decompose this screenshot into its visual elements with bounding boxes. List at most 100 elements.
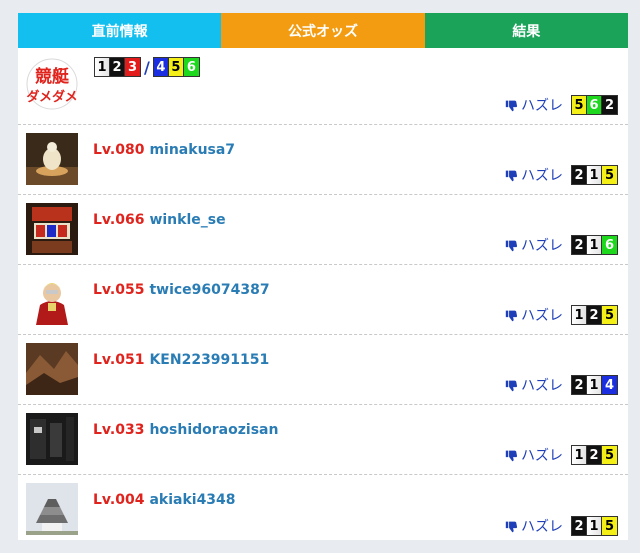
tab-official-odds[interactable]: 公式オッズ <box>221 13 425 48</box>
miss-text: ハズレ <box>521 98 563 114</box>
boat-badge-1: 1 <box>587 376 602 394</box>
boat-badge-4: 4 <box>602 376 617 394</box>
miss-text: ハズレ <box>521 308 563 324</box>
separator: / <box>144 57 150 77</box>
list-item: Lv.066 winkle_se ハズレ 2 1 6 <box>18 195 628 265</box>
avatar[interactable] <box>26 273 78 325</box>
boat-badge-2: 2 <box>602 96 617 114</box>
boat-badge-5: 5 <box>602 446 617 464</box>
username-link[interactable]: akiaki4348 <box>149 492 235 508</box>
miss-text: ハズレ <box>521 168 563 184</box>
username-link[interactable]: KEN223991151 <box>149 352 269 368</box>
svg-text:ダメダメ: ダメダメ <box>26 89 77 105</box>
username-link[interactable]: hoshidoraozisan <box>149 422 278 438</box>
list-item: Lv.033 hoshidoraozisan ハズレ 1 2 5 <box>18 405 628 475</box>
boat-badge-6: 6 <box>587 96 602 114</box>
boat-badge-3: 3 <box>125 58 140 76</box>
list-item: Lv.080 minakusa7 ハズレ 2 1 5 <box>18 125 628 195</box>
boat-badge-6: 6 <box>183 58 199 76</box>
result-combination: 2 1 6 <box>571 235 618 255</box>
result-combination: 2 1 4 <box>571 375 618 395</box>
tab-results[interactable]: 結果 <box>424 13 628 48</box>
miss-label[interactable]: ハズレ <box>505 375 563 395</box>
thumbs-down-icon <box>505 380 518 391</box>
avatar[interactable] <box>26 483 78 535</box>
level-label: Lv.051 <box>93 352 145 368</box>
predicted-boats: 1 2 3 / 4 5 6 <box>94 57 200 77</box>
svg-text:競艇: 競艇 <box>35 66 69 87</box>
miss-label[interactable]: ハズレ <box>505 165 563 185</box>
level-label: Lv.004 <box>93 492 145 508</box>
tab-pre-race-info[interactable]: 直前情報 <box>18 13 222 48</box>
result-combination: 2 1 5 <box>571 516 618 536</box>
boat-badge-5: 5 <box>602 517 617 535</box>
avatar[interactable] <box>26 203 78 255</box>
level-label: Lv.033 <box>93 422 145 438</box>
anime-character-icon <box>26 273 78 325</box>
result-combination: 5 6 2 <box>571 95 618 115</box>
boat-badge-2: 2 <box>587 306 602 324</box>
boat-badge-2: 2 <box>110 58 125 76</box>
boat-badge-5: 5 <box>572 96 587 114</box>
result-combination: 1 2 5 <box>571 445 618 465</box>
dessert-photo-icon <box>26 133 78 185</box>
thumbs-down-icon <box>505 240 518 251</box>
prediction-summary-row: 競艇 ダメダメ 1 2 3 / 4 5 6 ハズレ 5 6 2 <box>18 48 628 125</box>
level-and-username: Lv.004 akiaki4348 <box>93 492 236 508</box>
miss-label[interactable]: ハズレ <box>505 235 563 255</box>
dark-photo-icon <box>26 413 78 465</box>
level-and-username: Lv.080 minakusa7 <box>93 142 235 158</box>
level-and-username: Lv.066 winkle_se <box>93 212 226 228</box>
boat-badge-5: 5 <box>602 306 617 324</box>
list-item: Lv.004 akiaki4348 ハズレ 2 1 5 <box>18 475 628 545</box>
result-combination: 2 1 5 <box>571 165 618 185</box>
miss-text: ハズレ <box>521 238 563 254</box>
boat-badge-5: 5 <box>602 166 617 184</box>
thumbs-down-icon <box>505 450 518 461</box>
miss-label[interactable]: ハズレ <box>505 516 563 536</box>
level-label: Lv.055 <box>93 282 145 298</box>
list-item: Lv.055 twice96074387 ハズレ 1 2 5 <box>18 265 628 335</box>
username-link[interactable]: winkle_se <box>149 212 225 228</box>
thumbs-down-icon <box>505 100 518 111</box>
level-and-username: Lv.051 KEN223991151 <box>93 352 269 368</box>
list-item: Lv.051 KEN223991151 ハズレ 2 1 4 <box>18 335 628 405</box>
boat-group-a: 1 2 3 <box>94 57 141 77</box>
level-and-username: Lv.033 hoshidoraozisan <box>93 422 278 438</box>
rock-photo-icon <box>26 343 78 395</box>
username-link[interactable]: minakusa7 <box>149 142 235 158</box>
castle-photo-icon <box>26 483 78 535</box>
result-combination: 1 2 5 <box>571 305 618 325</box>
boat-badge-1: 1 <box>587 517 602 535</box>
boat-badge-1: 1 <box>587 236 602 254</box>
thumbs-down-icon <box>505 310 518 321</box>
boat-badge-2: 2 <box>572 166 587 184</box>
thumbs-down-icon <box>505 521 518 532</box>
boat-badge-6: 6 <box>602 236 617 254</box>
miss-label[interactable]: ハズレ <box>505 445 563 465</box>
tab-bar: 直前情報 公式オッズ 結果 <box>18 13 628 48</box>
level-and-username: Lv.055 twice96074387 <box>93 282 270 298</box>
boat-badge-1: 1 <box>587 166 602 184</box>
avatar[interactable] <box>26 343 78 395</box>
boat-badge-1: 1 <box>572 446 587 464</box>
miss-label[interactable]: ハズレ <box>505 95 563 115</box>
boat-badge-1: 1 <box>572 306 587 324</box>
level-label: Lv.080 <box>93 142 145 158</box>
boat-badge-1: 1 <box>95 58 110 76</box>
boat-badge-2: 2 <box>587 446 602 464</box>
avatar[interactable]: 競艇 ダメダメ <box>26 58 78 110</box>
prediction-panel: 直前情報 公式オッズ 結果 競艇 ダメダメ 1 2 3 / 4 5 6 ハズレ … <box>18 13 628 540</box>
miss-text: ハズレ <box>521 448 563 464</box>
miss-label[interactable]: ハズレ <box>505 305 563 325</box>
pachislot-photo-icon <box>26 203 78 255</box>
boat-badge-5: 5 <box>168 58 184 76</box>
avatar[interactable] <box>26 133 78 185</box>
thumbs-down-icon <box>505 170 518 181</box>
boat-badge-2: 2 <box>572 236 587 254</box>
boat-badge-4: 4 <box>153 58 169 76</box>
boat-badge-2: 2 <box>572 517 587 535</box>
stamp-logo-icon: 競艇 ダメダメ <box>26 58 78 110</box>
avatar[interactable] <box>26 413 78 465</box>
username-link[interactable]: twice96074387 <box>149 282 269 298</box>
